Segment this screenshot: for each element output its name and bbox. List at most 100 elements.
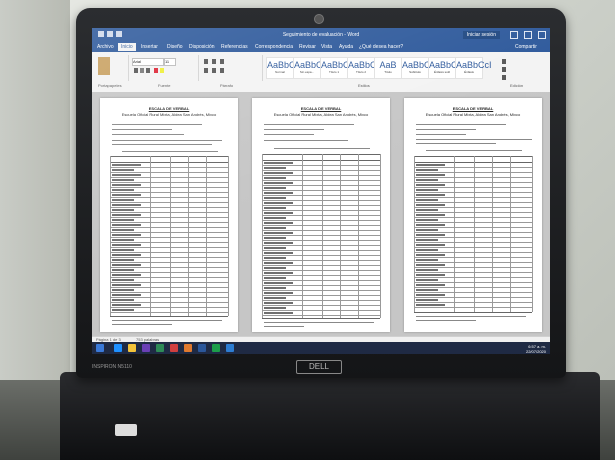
app-icon[interactable] [170, 344, 178, 352]
app-icon[interactable] [184, 344, 192, 352]
student-name [416, 164, 445, 166]
tab-ayuda[interactable]: Ayuda [336, 43, 356, 51]
tab-correspondencia[interactable]: Correspondencia [252, 43, 296, 51]
document-page-1[interactable]: ESCALA DE VERBAL Escuela Oficial Rural M… [100, 98, 238, 332]
student-name [264, 262, 293, 264]
minimize-icon[interactable] [510, 31, 518, 39]
text-line [264, 134, 314, 135]
table-row [414, 242, 532, 243]
app-icon[interactable] [226, 344, 234, 352]
student-name [416, 204, 445, 206]
table-row [414, 212, 532, 213]
student-name [416, 294, 445, 296]
tab-insertar[interactable]: Insertar [138, 43, 161, 51]
ribbon-home: Portapapeles Arial 11 Fuente Párrafo AaB… [92, 52, 550, 93]
start-icon[interactable] [96, 344, 104, 352]
style-name: Título [384, 70, 392, 74]
app-icon[interactable] [212, 344, 220, 352]
table-row [262, 280, 380, 281]
table-row [262, 305, 380, 306]
file-explorer-icon[interactable] [128, 344, 136, 352]
laptop-screen: Seguimiento de evaluación - Word Iniciar… [92, 28, 550, 354]
maximize-icon[interactable] [524, 31, 532, 39]
find-icon[interactable] [502, 59, 506, 64]
table-row [110, 272, 228, 273]
style-no-spacing[interactable]: AaBbCcI Sin espa... [293, 57, 330, 79]
student-name [416, 274, 445, 276]
table-border [380, 154, 381, 318]
style-preview: AaBbCcI [429, 60, 465, 70]
student-name [264, 162, 293, 164]
table-row [110, 292, 228, 293]
table-row [414, 202, 532, 203]
text-line [112, 124, 202, 125]
tell-me-search[interactable]: ¿Qué desea hacer? [356, 43, 406, 51]
clipboard-group-label: Portapapeles [98, 83, 122, 88]
word-icon[interactable] [198, 344, 206, 352]
student-name [112, 309, 134, 311]
table-row [414, 177, 532, 178]
table-border [492, 156, 493, 312]
taskbar-clock[interactable]: 6:57 a. m. 22/07/2020 [526, 344, 546, 354]
document-page-3[interactable]: ESCALA DE VERBAL Escuela Oficial Rural M… [404, 98, 542, 332]
tab-vista[interactable]: Vista [318, 43, 335, 51]
tab-inicio[interactable]: Inicio [118, 43, 136, 51]
select-icon[interactable] [502, 75, 506, 80]
student-name [112, 189, 134, 191]
student-name [112, 254, 141, 256]
table-row [262, 285, 380, 286]
table-border [110, 316, 228, 317]
student-name [416, 214, 445, 216]
text-line [274, 148, 370, 149]
student-name [264, 217, 286, 219]
close-icon[interactable] [538, 31, 546, 39]
table-row [414, 237, 532, 238]
student-name [112, 264, 141, 266]
style-heading-2[interactable]: AaBbCc Título 2 [347, 57, 382, 79]
tab-disposicion[interactable]: Disposición [186, 43, 218, 51]
student-name [112, 239, 134, 241]
login-button[interactable]: Iniciar sesión [462, 31, 500, 39]
clipboard-group [94, 55, 129, 81]
browser-icon[interactable] [114, 344, 122, 352]
style-subtle-emphasis[interactable]: AaBbCcI Énfasis sutil [428, 57, 465, 79]
app-icon[interactable] [142, 344, 150, 352]
style-preview: AaBbCcI [267, 60, 303, 70]
document-page-2[interactable]: ESCALA DE VERBAL Escuela Oficial Rural M… [252, 98, 390, 332]
share-button[interactable]: Compartir [512, 43, 540, 51]
table-row [110, 217, 228, 218]
table-row [414, 292, 532, 293]
tab-referencias[interactable]: Referencias [218, 43, 251, 51]
style-emphasis[interactable]: AaBbCcI Énfasis [455, 57, 492, 79]
style-preview: AaBbCc [348, 60, 382, 70]
page-subheading: Escuela Oficial Rural Mixta, Aldea San A… [121, 112, 217, 117]
document-area[interactable]: ESCALA DE VERBAL Escuela Oficial Rural M… [92, 92, 550, 336]
text-line [264, 124, 354, 125]
style-title[interactable]: AaB Título [374, 57, 402, 79]
table-row [414, 247, 532, 248]
tab-diseno[interactable]: Diseño [164, 43, 186, 51]
chrome-icon[interactable] [156, 344, 164, 352]
table-border [262, 160, 380, 161]
table-row [110, 257, 228, 258]
replace-icon[interactable] [502, 67, 506, 72]
text-line [416, 320, 476, 321]
table-row [110, 267, 228, 268]
style-name: Énfasis sutil [433, 70, 450, 74]
page-heading: ESCALA DE VERBAL [300, 106, 342, 111]
tab-revisar[interactable]: Revisar [296, 43, 319, 51]
student-name [264, 237, 286, 239]
table-row [414, 267, 532, 268]
table-row [262, 275, 380, 276]
table-border [322, 154, 323, 318]
table-border [228, 156, 229, 316]
style-normal[interactable]: AaBbCcI Normal [266, 57, 303, 79]
style-heading-1[interactable]: AaBbCc Título 1 [320, 57, 354, 79]
text-line [112, 129, 172, 130]
tab-archivo[interactable]: Archivo [94, 43, 117, 51]
student-name [112, 249, 134, 251]
style-subtitle[interactable]: AaBbCcI Subtítulo [401, 57, 438, 79]
table-row [262, 185, 380, 186]
table-row [110, 297, 228, 298]
table-row [110, 247, 228, 248]
